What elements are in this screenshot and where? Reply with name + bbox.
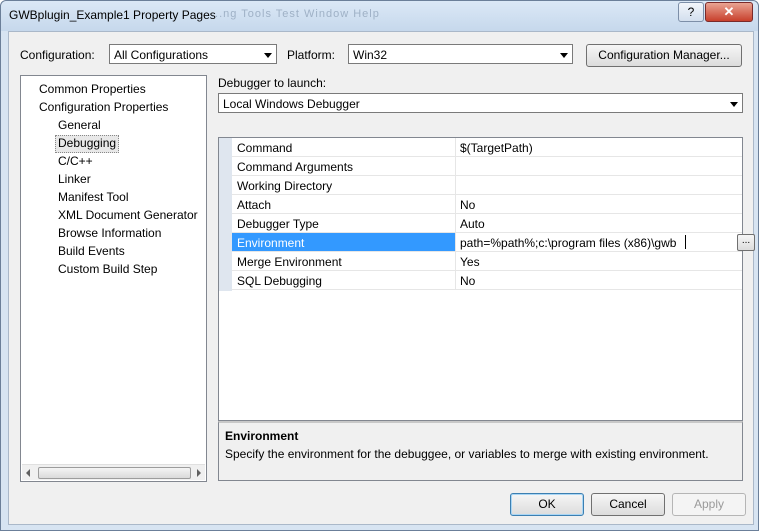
configuration-label: Configuration:	[20, 48, 95, 62]
property-name: Working Directory	[237, 179, 333, 193]
chevron-down-icon	[560, 53, 568, 58]
property-row-environment[interactable]: Environment path=%path%;c:\program files…	[232, 233, 755, 252]
column-separator	[455, 233, 456, 252]
property-value[interactable]: $(TargetPath)	[460, 141, 533, 155]
dialog-body: Configuration: All Configurations Platfo…	[8, 31, 755, 525]
tree-item-configuration-properties[interactable]: Configuration Properties	[37, 99, 170, 115]
platform-value: Win32	[353, 48, 388, 62]
tree-item-debugging[interactable]: Debugging	[55, 135, 120, 153]
property-name: Debugger Type	[237, 217, 319, 231]
column-separator	[455, 138, 456, 157]
column-separator	[455, 271, 456, 290]
property-tree[interactable]: Common Properties Configuration Properti…	[20, 75, 207, 482]
tree-item-manifest-tool[interactable]: Manifest Tool	[56, 189, 130, 205]
tree-item-build-events[interactable]: Build Events	[56, 243, 127, 259]
apply-button[interactable]: Apply	[672, 493, 746, 516]
property-row-command[interactable]: Command $(TargetPath)	[232, 138, 742, 157]
tree-item-browse-information[interactable]: Browse Information	[56, 225, 163, 241]
text-caret	[685, 235, 686, 249]
edit-ellipsis-button[interactable]: ...	[737, 234, 755, 251]
column-separator	[455, 176, 456, 195]
chevron-down-icon	[264, 53, 272, 58]
tree-item-xml-document-generator[interactable]: XML Document Generator	[56, 207, 200, 223]
property-row-sql-debugging[interactable]: SQL Debugging No	[232, 271, 742, 290]
property-row-attach[interactable]: Attach No	[232, 195, 742, 214]
column-separator	[455, 157, 456, 176]
cancel-button[interactable]: Cancel	[591, 493, 665, 516]
property-name: Environment	[237, 236, 305, 250]
background-menu-ghost: ...ng Tools Test Window Help	[211, 8, 380, 20]
description-title: Environment	[225, 429, 299, 443]
column-separator	[455, 195, 456, 214]
property-value[interactable]: Yes	[460, 255, 480, 269]
configuration-value: All Configurations	[114, 48, 209, 62]
tree-horizontal-scrollbar[interactable]	[22, 464, 205, 480]
property-value[interactable]: Auto	[460, 217, 485, 231]
property-name: Command Arguments	[237, 160, 354, 174]
property-row-merge-environment[interactable]: Merge Environment Yes	[232, 252, 742, 271]
property-name: Attach	[237, 198, 272, 212]
scroll-thumb[interactable]	[38, 467, 191, 479]
help-button[interactable]: ?	[678, 2, 704, 22]
property-name: Command	[237, 141, 293, 155]
tree-item-linker[interactable]: Linker	[56, 171, 93, 187]
property-value[interactable]: No	[460, 274, 475, 288]
window-title: GWBplugin_Example1 Property Pages	[9, 8, 216, 22]
platform-label: Platform:	[287, 48, 336, 62]
tree-item-c-cpp[interactable]: C/C++	[56, 153, 95, 169]
chevron-down-icon	[730, 102, 738, 107]
scroll-left-arrow-icon[interactable]	[26, 469, 30, 477]
debugger-to-launch-dropdown[interactable]: Local Windows Debugger	[218, 93, 743, 113]
description-text: Specify the environment for the debuggee…	[225, 447, 709, 461]
property-name: SQL Debugging	[237, 274, 322, 288]
platform-dropdown[interactable]: Win32	[348, 44, 573, 64]
configuration-manager-button[interactable]: Configuration Manager...	[586, 44, 742, 67]
column-separator	[455, 252, 456, 271]
tree-item-general[interactable]: General	[56, 117, 103, 133]
title-bar[interactable]: GWBplugin_Example1 Property Pages ...ng …	[1, 1, 758, 31]
property-pages-window: GWBplugin_Example1 Property Pages ...ng …	[0, 0, 759, 531]
property-row-working-directory[interactable]: Working Directory	[232, 176, 742, 195]
property-grid[interactable]: Command $(TargetPath) Command Arguments …	[218, 137, 755, 421]
debugger-to-launch-value: Local Windows Debugger	[223, 97, 360, 111]
column-separator	[455, 214, 456, 233]
close-button[interactable]: ✕	[705, 2, 753, 22]
close-icon: ✕	[723, 4, 735, 19]
property-row-command-arguments[interactable]: Command Arguments	[232, 157, 742, 176]
configuration-dropdown[interactable]: All Configurations	[109, 44, 277, 64]
property-name: Merge Environment	[237, 255, 342, 269]
debugger-to-launch-label: Debugger to launch:	[218, 76, 327, 90]
property-grid-gutter	[219, 138, 232, 291]
tree-item-custom-build-step[interactable]: Custom Build Step	[56, 261, 159, 277]
environment-value-input[interactable]: path=%path%;c:\program files (x86)\gwb	[460, 236, 676, 250]
scroll-right-arrow-icon[interactable]	[197, 469, 201, 477]
ok-button[interactable]: OK	[510, 493, 584, 516]
tree-item-common-properties[interactable]: Common Properties	[37, 81, 148, 97]
property-row-debugger-type[interactable]: Debugger Type Auto	[232, 214, 742, 233]
help-icon: ?	[687, 5, 695, 19]
description-panel: Environment Specify the environment for …	[218, 421, 743, 481]
property-value[interactable]: No	[460, 198, 475, 212]
